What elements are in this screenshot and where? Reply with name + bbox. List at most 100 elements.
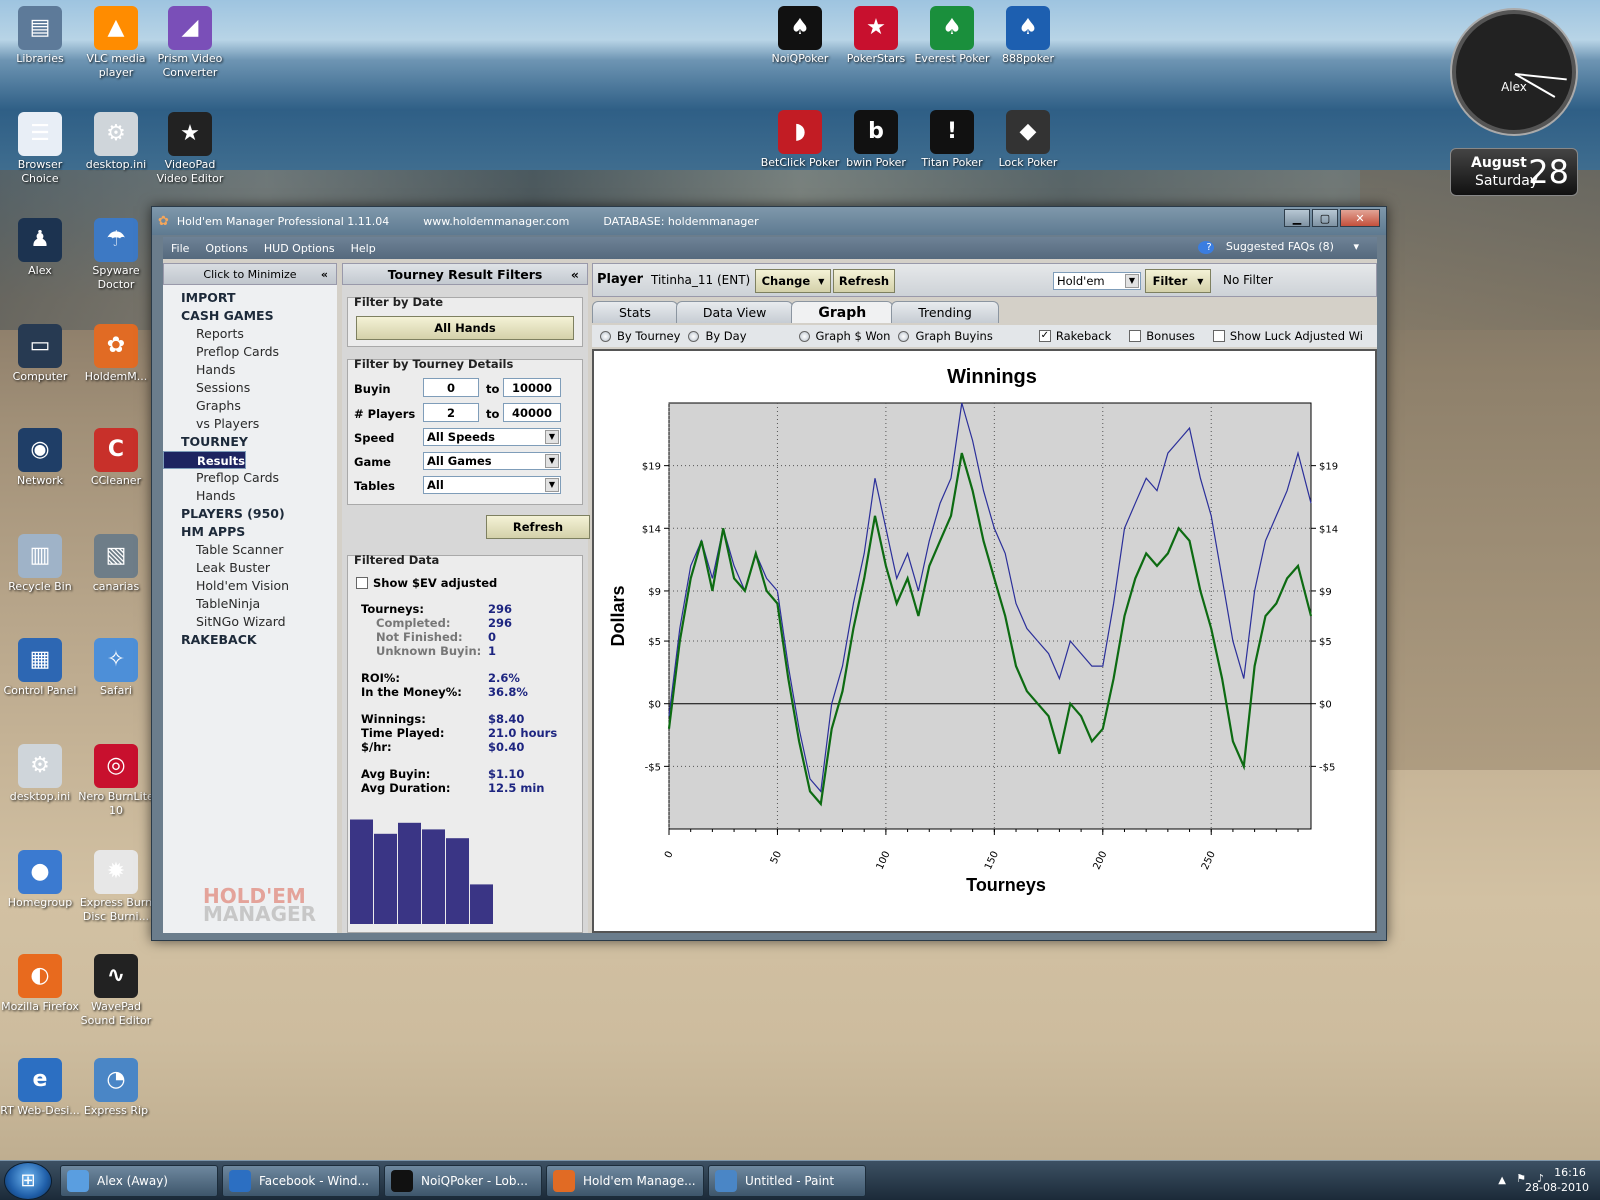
desktop-icon-top[interactable]: ★ PokerStars [836, 6, 916, 66]
desktop-icon-left[interactable]: ▦ Control Panel [0, 638, 80, 698]
nav-item[interactable]: CASH GAMES [163, 307, 337, 325]
desktop-icon-left[interactable]: ★ VideoPad Video Editor [150, 112, 230, 186]
by-day-radio[interactable]: By Day [688, 329, 747, 343]
ev-adjusted-checkbox[interactable]: Show $EV adjusted [356, 576, 497, 590]
desktop-icon-left[interactable]: ▲ VLC media player [76, 6, 156, 80]
menu-options[interactable]: Options [197, 242, 255, 255]
desktop-icon-left[interactable]: ◢ Prism Video Converter [150, 6, 230, 80]
nav-item[interactable]: Results [163, 451, 246, 469]
nav-item[interactable]: TableNinja [163, 595, 337, 613]
double-chevron-left-icon[interactable]: « [571, 267, 579, 282]
graph-won-radio[interactable]: Graph $ Won [798, 329, 890, 343]
buyin-to-input[interactable]: 10000 [503, 378, 561, 397]
tab-stats[interactable]: Stats [592, 301, 678, 323]
players-from-input[interactable]: 2 [423, 403, 479, 422]
desktop-icon-left[interactable]: e RT Web-Desi... [0, 1058, 80, 1118]
game-select[interactable]: All Games ▼ [423, 452, 561, 470]
desktop-icon-left[interactable]: ✧ Safari [76, 638, 156, 698]
taskbar-item[interactable]: Hold'em Manage... [546, 1165, 704, 1197]
speed-select[interactable]: All Speeds ▼ [423, 428, 561, 446]
suggested-faqs-menu[interactable]: ? Suggested FAQs (8) ▾ [1198, 240, 1367, 254]
desktop-icon-left[interactable]: ▥ Recycle Bin [0, 534, 80, 594]
desktop-icon-left[interactable]: ◔ Express Rip [76, 1058, 156, 1118]
nav-item[interactable]: HM APPS [163, 523, 337, 541]
filter-button[interactable]: Filter ▼ [1145, 269, 1211, 293]
menu-help[interactable]: Help [343, 242, 384, 255]
menu-hud-options[interactable]: HUD Options [256, 242, 343, 255]
desktop-icon-top[interactable]: ◗ BetClick Poker [760, 110, 840, 170]
desktop-icon-top[interactable]: ◆ Lock Poker [988, 110, 1068, 170]
nav-item[interactable]: Preflop Cards [163, 343, 337, 361]
desktop-icon-left[interactable]: ◎ Nero BurnLite 10 [76, 744, 156, 818]
nav-item[interactable]: RAKEBACK [163, 631, 337, 649]
minimize-button[interactable]: ▁ [1284, 209, 1310, 227]
nav-item[interactable]: vs Players [163, 415, 337, 433]
desktop-icon-left[interactable]: ♟ Alex [0, 218, 80, 278]
desktop-icon-top[interactable]: ! Titan Poker [912, 110, 992, 170]
by-tourney-radio[interactable]: By Tourney [600, 329, 680, 343]
desktop-icon-left[interactable]: ● Homegroup [0, 850, 80, 910]
tray-time[interactable]: 16:16 [1548, 1165, 1592, 1180]
nav-item[interactable]: Graphs [163, 397, 337, 415]
flag-icon[interactable]: ⚑ [1516, 1171, 1526, 1186]
desktop-icon-left[interactable]: ✿ HoldemM... [76, 324, 156, 384]
nav-item[interactable]: SitNGo Wizard [163, 613, 337, 631]
maximize-button[interactable]: ▢ [1312, 209, 1338, 227]
nav-item[interactable]: IMPORT [163, 289, 337, 307]
minimize-nav-button[interactable]: Click to Minimize « [163, 263, 337, 285]
filters-refresh-button[interactable]: Refresh [486, 515, 590, 539]
tray-arrow-icon[interactable]: ▲ [1498, 1173, 1506, 1188]
main-refresh-button[interactable]: Refresh [833, 269, 895, 293]
nav-item[interactable]: PLAYERS (950) [163, 505, 337, 523]
bonuses-checkbox[interactable]: Bonuses [1129, 329, 1195, 343]
nav-item[interactable]: TOURNEY [163, 433, 337, 451]
speaker-icon[interactable]: ♪ [1537, 1171, 1544, 1186]
menu-file[interactable]: File [163, 242, 197, 255]
nav-item[interactable]: Preflop Cards [163, 469, 337, 487]
desktop-icon-left[interactable]: ✹ Express Burn Disc Burni... [76, 850, 156, 924]
rakeback-checkbox[interactable]: ✓ Rakeback [1038, 329, 1111, 343]
checkbox-icon [1212, 330, 1225, 342]
desktop-icon-left[interactable]: ⚙ desktop.ini [76, 112, 156, 172]
desktop-icon-left[interactable]: C CCleaner [76, 428, 156, 488]
desktop-icon-left[interactable]: ∿ WavePad Sound Editor [76, 954, 156, 1028]
game-type-select[interactable]: Hold'em ▼ [1053, 272, 1141, 290]
tab-data-view[interactable]: Data View [675, 301, 794, 323]
buyin-from-input[interactable]: 0 [423, 378, 479, 397]
players-to-input[interactable]: 40000 [503, 403, 561, 422]
desktop-icon-left[interactable]: ◉ Network [0, 428, 80, 488]
tab-graph[interactable]: Graph [791, 301, 894, 323]
desktop-icon-left[interactable]: ⚙ desktop.ini [0, 744, 80, 804]
desktop-icon-top[interactable]: ♠ 888poker [988, 6, 1068, 66]
tray-date[interactable]: 28-08-2010 [1522, 1180, 1592, 1195]
desktop-icon-top[interactable]: b bwin Poker [836, 110, 916, 170]
nav-item[interactable]: Hands [163, 361, 337, 379]
nav-item[interactable]: Hands [163, 487, 337, 505]
tab-trending[interactable]: Trending [891, 301, 999, 323]
window-titlebar[interactable]: ✿ Hold'em Manager Professional 1.11.04 w… [152, 207, 1386, 235]
close-button[interactable]: ✕ [1340, 209, 1380, 227]
graph-buyins-radio[interactable]: Graph Buyins [898, 329, 993, 343]
nav-item[interactable]: Hold'em Vision [163, 577, 337, 595]
desktop-icon-left[interactable]: ☂ Spyware Doctor [76, 218, 156, 292]
nav-item[interactable]: Sessions [163, 379, 337, 397]
all-hands-button[interactable]: All Hands [356, 316, 574, 340]
tables-select[interactable]: All ▼ [423, 476, 561, 494]
taskbar-item[interactable]: Untitled - Paint [708, 1165, 866, 1197]
luck-adjusted-checkbox[interactable]: Show Luck Adjusted Wi [1212, 329, 1363, 343]
desktop-icon-left[interactable]: ▤ Libraries [0, 6, 80, 66]
desktop-icon-top[interactable]: ♠ Everest Poker [912, 6, 992, 66]
nav-item[interactable]: Table Scanner [163, 541, 337, 559]
desktop-icon-left[interactable]: ▧ canarias [76, 534, 156, 594]
nav-item[interactable]: Reports [163, 325, 337, 343]
change-player-button[interactable]: Change ▼ [755, 269, 831, 293]
desktop-icon-left[interactable]: ▭ Computer [0, 324, 80, 384]
taskbar-item[interactable]: NoiQPoker - Lob... [384, 1165, 542, 1197]
taskbar-item[interactable]: Facebook - Wind... [222, 1165, 380, 1197]
nav-item[interactable]: Leak Buster [163, 559, 337, 577]
desktop-icon-left[interactable]: ☰ Browser Choice [0, 112, 80, 186]
start-button[interactable]: ⊞ [4, 1162, 52, 1200]
desktop-icon-left[interactable]: ◐ Mozilla Firefox [0, 954, 80, 1014]
taskbar-item[interactable]: Alex (Away) [60, 1165, 218, 1197]
desktop-icon-top[interactable]: ♠ NoiQPoker [760, 6, 840, 66]
